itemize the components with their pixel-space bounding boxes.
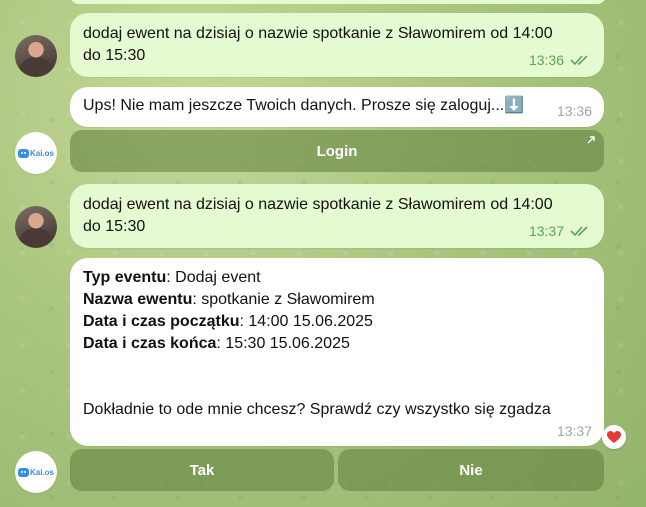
robot-face-icon [17,467,29,477]
event-details: Typ eventu: Dodaj event Nazwa ewentu: sp… [83,267,375,355]
message-text: dodaj ewent na dzisiaj o nazwie spotkani… [83,25,553,64]
detail-row: Typ eventu: Dodaj event [83,267,375,289]
login-button[interactable]: Login [70,130,604,172]
previous-message-bubble [70,0,606,4]
detail-value: : Dodaj event [166,269,261,286]
message-text: dodaj ewent na dzisiaj o nazwie spotkani… [83,196,553,235]
no-button[interactable]: Nie [338,449,604,491]
message-time: 13:37 [556,423,592,439]
bot-logo: Kai.os [17,467,54,477]
yes-button[interactable]: Tak [70,449,334,491]
detail-label: Data i czas końca [83,335,217,352]
detail-row: Data i czas końca: 15:30 15.06.2025 [83,333,375,355]
outgoing-message[interactable]: dodaj ewent na dzisiaj o nazwie spotkani… [70,13,604,77]
yes-button-label: Tak [189,461,215,479]
confirmation-question: Dokładnie to ode mnie chcesz? Sprawdź cz… [83,401,551,418]
detail-value: : spotkanie z Sławomirem [192,291,375,308]
detail-value: : 15:30 15.06.2025 [216,335,350,352]
outgoing-message[interactable]: dodaj ewent na dzisiaj o nazwie spotkani… [70,184,604,248]
incoming-message[interactable]: Ups! Nie mam jeszcze Twoich danych. Pros… [70,87,604,127]
no-button-label: Nie [459,461,483,479]
message-time: 13:36 [556,103,592,119]
bot-avatar[interactable]: Kai.os [15,132,57,174]
message-meta: 13:37 [557,420,592,442]
message-meta: 13:36 [557,100,592,122]
user-avatar[interactable] [15,35,57,77]
incoming-message[interactable]: Typ eventu: Dodaj event Nazwa ewentu: sp… [70,258,604,446]
login-button-label: Login [316,142,358,160]
double-check-icon [570,226,588,237]
message-time: 13:36 [528,52,564,68]
detail-label: Typ eventu [83,269,167,286]
detail-label: Data i czas początku [83,313,240,330]
detail-row: Data i czas początku: 14:00 15.06.2025 [83,311,375,333]
heart-reaction[interactable] [602,425,626,449]
message-time: 13:37 [528,223,564,239]
message-text: Ups! Nie mam jeszcze Twoich danych. Pros… [83,97,525,114]
double-check-icon [570,55,588,66]
external-link-arrow-icon [587,136,595,144]
message-meta: 13:36 [529,49,592,71]
message-meta: 13:37 [529,220,592,242]
detail-row: Nazwa ewentu: spotkanie z Sławomirem [83,289,375,311]
robot-face-icon [17,148,29,158]
bot-logo: Kai.os [17,148,54,158]
heart-icon [607,430,621,443]
bot-avatar[interactable]: Kai.os [15,451,57,493]
detail-label: Nazwa ewentu [83,291,193,308]
user-avatar[interactable] [15,206,57,248]
detail-value: : 14:00 15.06.2025 [239,313,373,330]
